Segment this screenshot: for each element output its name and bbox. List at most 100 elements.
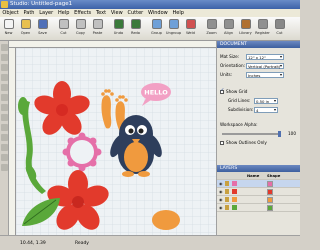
lock-icon[interactable] (225, 197, 229, 202)
group-icon (151, 19, 162, 29)
horizontal-ruler (9, 41, 216, 48)
toolbar-library-button[interactable]: Library (237, 17, 254, 41)
orientation-select[interactable]: Vertical (Portrait) (246, 62, 284, 69)
undo-icon (113, 19, 124, 29)
orange-oval-shape[interactable] (152, 210, 180, 230)
subdivision-label: Subdivision: (228, 107, 254, 112)
layer-row[interactable]: ◉ (217, 188, 300, 196)
units-select[interactable]: Inches (246, 71, 284, 78)
layer-row[interactable]: ◉ (217, 180, 300, 188)
toolbar-open-button[interactable]: Open (17, 17, 34, 41)
register-icon (257, 19, 268, 29)
toolbar-copy-button[interactable]: Copy (72, 17, 89, 41)
layer-color-swatch (232, 181, 237, 186)
arc-tool-icon[interactable] (1, 114, 8, 121)
layers-col-shape: Shape (267, 173, 281, 178)
status-bar: 10.44, 1.39 Ready (0, 235, 300, 250)
menu-item-view[interactable]: View (108, 9, 125, 17)
layer-row[interactable]: ◉ (217, 196, 300, 204)
polygon-tool-icon[interactable] (1, 94, 8, 101)
speech-bubble-text: HELLO (144, 89, 168, 97)
workspace-alpha-row: 100 (217, 129, 300, 138)
layers-column-header: Name Shape (217, 172, 300, 180)
toolbar-button-label: Open (20, 31, 31, 35)
knife-tool-icon[interactable] (1, 144, 8, 151)
library-icon (240, 19, 251, 29)
eraser-tool-icon[interactable] (1, 134, 8, 141)
workspace-alpha-slider[interactable] (222, 130, 281, 137)
slider-handle[interactable] (278, 130, 281, 137)
subdivision-input[interactable]: 4 (254, 106, 278, 113)
toolbar-button-label: Weld (186, 31, 195, 35)
paste-icon (92, 19, 103, 29)
orientation-row: Orientation: Vertical (Portrait) (217, 61, 300, 70)
select-tool-icon[interactable] (1, 44, 8, 51)
mat-size-row: Mat Size: 12" x 12" (217, 52, 300, 61)
toolbar-new-button[interactable]: New (0, 17, 17, 41)
toolbar-button-label: Redo (130, 31, 141, 35)
toolbar-align-button[interactable]: Align (220, 17, 237, 41)
menu-item-layer[interactable]: Layer (37, 9, 56, 17)
toolbar-zoom-button[interactable]: Zoom (203, 17, 220, 41)
toolbar-button-label: Ungroup (165, 31, 182, 35)
ellipse-tool-icon[interactable] (1, 84, 8, 91)
save-icon (37, 19, 48, 29)
edit-points-tool-icon[interactable] (1, 54, 8, 61)
text-tool-icon[interactable] (1, 124, 8, 131)
menu-item-text[interactable]: Text (94, 9, 109, 17)
show-grid-checkbox[interactable] (220, 88, 224, 94)
line-tool-icon[interactable] (1, 64, 8, 71)
canvas-area[interactable]: HELLO (9, 41, 216, 235)
cut-icon (274, 19, 285, 29)
new-icon (3, 19, 14, 29)
toolbar-button-label: Cut (276, 31, 283, 35)
design-canvas[interactable]: HELLO (16, 48, 216, 235)
menu-item-help[interactable]: Help (170, 9, 186, 17)
visibility-eye-icon[interactable]: ◉ (217, 205, 225, 210)
toolbar-register-button[interactable]: Register (254, 17, 271, 41)
orientation-label: Orientation: (220, 63, 246, 68)
layer-shape-thumbnail (267, 204, 273, 211)
zoom-tool-icon[interactable] (1, 164, 8, 171)
toolbar-group-button[interactable]: Group (148, 17, 165, 41)
layer-shape-thumbnail (267, 188, 273, 195)
vertical-ruler (9, 48, 16, 235)
menu-item-object[interactable]: Object (0, 9, 21, 17)
toolbar-ungroup-button[interactable]: Ungroup (165, 17, 182, 41)
outlines-only-checkbox[interactable] (220, 140, 224, 145)
menu-item-effects[interactable]: Effects (72, 9, 94, 17)
right-panel: DOCUMENT Mat Size: 12" x 12" Orientation… (216, 41, 300, 235)
menu-item-cutter[interactable]: Cutter (125, 9, 146, 17)
toolbar-cut-button[interactable]: Cut (271, 17, 288, 41)
toolbar-button-label: Align (223, 31, 233, 35)
visibility-eye-icon[interactable]: ◉ (217, 181, 225, 186)
toolbar-button-label: Library (239, 31, 252, 35)
visibility-eye-icon[interactable]: ◉ (217, 189, 225, 194)
toolbar-button-label: Group (151, 31, 162, 35)
menu-item-window[interactable]: Window (146, 9, 171, 17)
menu-item-path[interactable]: Path (21, 9, 37, 17)
toolbar-save-button[interactable]: Save (34, 17, 51, 41)
lock-icon[interactable] (225, 181, 229, 186)
toolbar-button-label: Undo (113, 31, 124, 35)
mat-size-select[interactable]: 12" x 12" (246, 53, 284, 60)
toolbar-undo-button[interactable]: Undo (110, 17, 127, 41)
lock-icon[interactable] (225, 205, 229, 210)
layer-row[interactable]: ◉ (217, 204, 300, 212)
visibility-eye-icon[interactable]: ◉ (217, 197, 225, 202)
toolbar-redo-button[interactable]: Redo (127, 17, 144, 41)
rectangle-tool-icon[interactable] (1, 74, 8, 81)
pan-tool-icon[interactable] (1, 154, 8, 161)
lock-icon[interactable] (225, 189, 229, 194)
grid-lines-input[interactable]: 0.50 in (254, 97, 278, 104)
curve-tool-icon[interactable] (1, 104, 8, 111)
layer-shape-thumbnail (267, 196, 273, 203)
toolbar-button-label: Cut (60, 31, 67, 35)
toolbar-weld-button[interactable]: Weld (182, 17, 199, 41)
show-grid-row: Show Grid (217, 87, 300, 96)
menu-item-help[interactable]: Help (56, 9, 72, 17)
toolbar-cut-button[interactable]: Cut (55, 17, 72, 41)
toolbar-button-label: Paste (92, 31, 103, 35)
toolbar-paste-button[interactable]: Paste (89, 17, 106, 41)
layer-color-swatch (232, 197, 237, 202)
